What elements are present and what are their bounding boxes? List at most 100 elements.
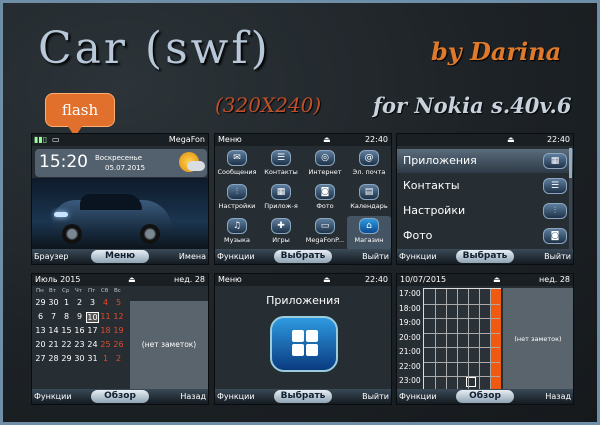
calendar-day[interactable]: 21 <box>47 340 60 349</box>
softkey-right[interactable]: Назад <box>180 392 206 401</box>
apps-icon-tile <box>306 330 318 342</box>
softkey-center[interactable]: Выбрать <box>456 250 514 263</box>
music-icon: ♫ <box>227 218 247 234</box>
calendar-day[interactable]: 15 <box>60 326 73 335</box>
list-item[interactable]: Фото ◙ <box>397 224 573 248</box>
calendar-day[interactable]: 17 <box>86 326 99 335</box>
softkey-right[interactable]: Выйти <box>362 252 389 261</box>
calendar-day[interactable]: 7 <box>47 312 60 321</box>
apps-large-icon[interactable] <box>270 316 338 372</box>
menu-item-internet[interactable]: ◎ Интернет <box>303 148 347 182</box>
menu-item-store[interactable]: ⌂ Магазин <box>347 216 391 250</box>
clock-widget[interactable]: 15:20 Воскресенье 05.07.2015 <box>35 149 207 177</box>
calendar-day[interactable]: 19 <box>112 326 125 335</box>
calendar-day[interactable]: 12 <box>112 312 125 321</box>
calendar-day[interactable]: 16 <box>73 326 86 335</box>
softkey-left[interactable]: Функции <box>217 392 255 401</box>
calendar-day[interactable]: 3 <box>86 298 99 307</box>
softkey-right[interactable]: Имена <box>179 252 206 261</box>
author-label: by Darina <box>431 37 562 66</box>
softkey-left[interactable]: Функции <box>399 392 437 401</box>
calendar-day[interactable]: 6 <box>34 312 47 321</box>
weekday-header: Пт <box>88 288 96 294</box>
scrollbar[interactable] <box>569 148 572 250</box>
softkey-left[interactable]: Функции <box>217 252 255 261</box>
menu-item-calendar[interactable]: ▤ Календарь <box>347 182 391 216</box>
notes-panel: (нет заметок) <box>130 301 208 389</box>
menu-item-settings[interactable]: ⫶ Настройки <box>215 182 259 216</box>
messages-icon: ✉ <box>227 150 247 166</box>
calendar-day[interactable]: 9 <box>73 312 86 321</box>
email-icon: @ <box>359 150 379 166</box>
operator-name: MegaFon <box>168 135 205 144</box>
menu-item-photos[interactable]: ◙ Фото <box>303 182 347 216</box>
softkey-center[interactable]: Обзор <box>91 390 149 403</box>
calendar-day[interactable]: 4 <box>99 298 112 307</box>
scrollbar-thumb[interactable] <box>569 148 572 178</box>
softkey-right[interactable]: Назад <box>545 392 571 401</box>
menu-item-music[interactable]: ♫ Музыка <box>215 216 259 250</box>
calendar-day[interactable]: 29 <box>60 354 73 363</box>
softkey-bar: Функции Выбрать Выйти <box>397 249 573 264</box>
camera-icon: ◙ <box>315 184 335 200</box>
menu-item-email[interactable]: @ Эл. почта <box>347 148 391 182</box>
calendar-day[interactable]: 2 <box>112 354 125 363</box>
menu-item-apps[interactable]: ▦ Прилож-я <box>259 182 303 216</box>
menu-item-messages[interactable]: ✉ Сообщения <box>215 148 259 182</box>
sliders-icon: ⫶ <box>227 184 247 200</box>
list-item[interactable]: Настройки ⫶ <box>397 199 573 223</box>
calendar-day[interactable]: 30 <box>47 298 60 307</box>
calendar-day[interactable]: 1 <box>60 298 73 307</box>
screen-apps: Меню ⏏ 22:40 Приложения Функции Выбрать … <box>214 273 392 405</box>
softkey-center[interactable]: Выбрать <box>274 390 332 403</box>
calendar-day[interactable]: 14 <box>47 326 60 335</box>
weekday-header: Вт <box>49 288 56 294</box>
calendar-day[interactable]: 1 <box>99 354 112 363</box>
softkey-left[interactable]: Функции <box>34 392 72 401</box>
calendar-day[interactable]: 28 <box>47 354 60 363</box>
screen-calendar-month: Июль 2015 ⏏ нед. 28 Пн Вт Ср Чт Пт Сб Вс 29 30 1 2… <box>31 273 209 405</box>
calendar-day[interactable]: 27 <box>34 354 47 363</box>
menu-item-contacts[interactable]: ☰ Контакты <box>259 148 303 182</box>
weather-cloud-icon <box>187 161 205 171</box>
calendar-day[interactable]: 8 <box>60 312 73 321</box>
contacts-icon: ☰ <box>543 178 567 194</box>
calendar-day[interactable]: 29 <box>34 298 47 307</box>
hour-label: 17:00 <box>399 289 421 298</box>
calendar-day[interactable]: 30 <box>73 354 86 363</box>
calendar-day[interactable]: 31 <box>86 354 99 363</box>
status-clock: 22:40 <box>546 135 570 144</box>
week-grid[interactable] <box>423 288 501 390</box>
softkey-center[interactable]: Выбрать <box>274 250 332 263</box>
calendar-day[interactable]: 18 <box>99 326 112 335</box>
calendar-day[interactable]: 10 <box>86 312 99 323</box>
calendar-day[interactable]: 5 <box>112 298 125 307</box>
calendar-day[interactable]: 25 <box>99 340 112 349</box>
menu-item-megafon[interactable]: ▭ MegaFonP... <box>303 216 347 250</box>
weekday-header: Чт <box>75 288 82 294</box>
softkey-left[interactable]: Функции <box>399 252 437 261</box>
calendar-day[interactable]: 2 <box>73 298 86 307</box>
status-bar: Меню ⏏ 22:40 <box>215 134 391 146</box>
softkey-right[interactable]: Выйти <box>362 392 389 401</box>
calendar-day[interactable]: 26 <box>112 340 125 349</box>
calendar-day[interactable]: 24 <box>86 340 99 349</box>
calendar-day[interactable]: 20 <box>34 340 47 349</box>
calendar-day[interactable]: 11 <box>99 312 112 321</box>
platform-label: for Nokia s.40v.6 <box>373 93 572 118</box>
list-item[interactable]: Приложения ▦ <box>397 149 573 173</box>
menu-item-games[interactable]: ✚ Игры <box>259 216 303 250</box>
softkey-left[interactable]: Браузер <box>34 252 68 261</box>
list-item[interactable]: Контакты ☰ <box>397 174 573 198</box>
calendar-day[interactable]: 22 <box>60 340 73 349</box>
softkey-right[interactable]: Выйти <box>544 252 571 261</box>
calendar-day[interactable]: 23 <box>73 340 86 349</box>
week-number: нед. 28 <box>539 275 570 284</box>
apps-icon-tile <box>292 330 304 342</box>
softkey-center[interactable]: Обзор <box>456 390 514 403</box>
alarm-icon: ⏏ <box>493 275 501 284</box>
softkey-center[interactable]: Меню <box>91 250 149 263</box>
clock-time: 15:20 <box>39 152 88 172</box>
flash-badge: flash <box>45 93 115 127</box>
calendar-day[interactable]: 13 <box>34 326 47 335</box>
